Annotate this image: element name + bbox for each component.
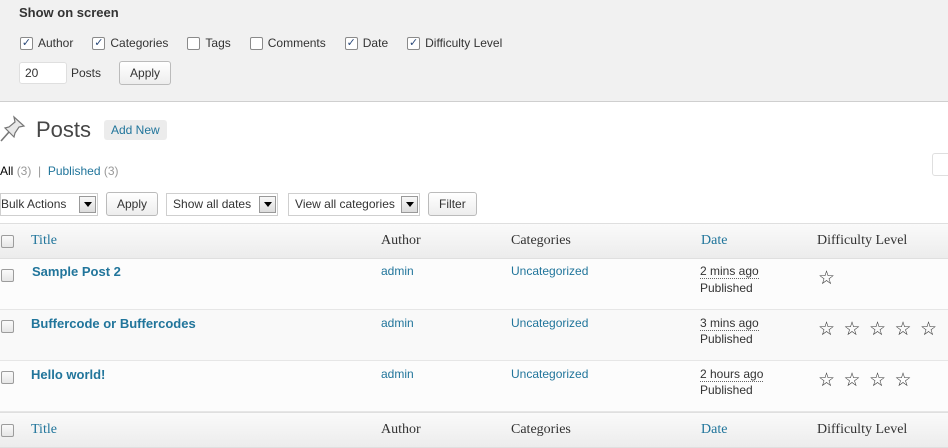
toggle-categories[interactable]: ✓ Categories: [92, 36, 168, 50]
table-row: Sample Post 2 admin Uncategorized 2 mins…: [0, 259, 948, 310]
dates-select[interactable]: Show all dates: [166, 192, 279, 216]
post-category-link[interactable]: Uncategorized: [511, 316, 588, 330]
toggle-date[interactable]: ✓ Date: [344, 36, 389, 50]
filter-button[interactable]: Filter: [428, 192, 477, 216]
toggle-categories-label: Categories: [110, 36, 169, 50]
toggle-tags-label: Tags: [205, 36, 231, 50]
toggle-date-label: Date: [362, 36, 389, 50]
bulk-apply-button[interactable]: Apply: [106, 192, 159, 216]
star-outline-icon: ☆: [843, 370, 861, 391]
post-status: Published: [700, 332, 753, 346]
table-row: Buffercode or Buffercodes admin Uncatego…: [0, 310, 948, 361]
add-new-button[interactable]: Add New: [104, 120, 167, 140]
difficulty-rating: ☆ ☆ ☆ ☆ ☆: [818, 320, 946, 339]
row-checkbox[interactable]: [1, 320, 14, 333]
categories-value: View all categories: [295, 197, 395, 211]
post-title-link[interactable]: Sample Post 2: [32, 264, 121, 279]
post-category-link[interactable]: Uncategorized: [511, 367, 588, 381]
pushpin-icon: [0, 115, 26, 142]
posts-per-page-label: Posts: [71, 66, 102, 80]
star-outline-icon: ☆: [894, 319, 912, 340]
per-page-row: Posts Apply: [19, 61, 172, 85]
star-outline-icon: ☆: [843, 319, 861, 340]
post-author-link[interactable]: admin: [381, 264, 414, 278]
table-footer: Title Author Categories Date Difficulty …: [0, 412, 948, 448]
filter-all-count: (3): [16, 164, 32, 178]
post-status: Published: [700, 383, 753, 397]
star-outline-icon: ☆: [920, 319, 938, 340]
filter-all-link[interactable]: All: [0, 164, 13, 178]
filter-published-count: (3): [103, 164, 119, 178]
bulk-actions-select[interactable]: Bulk Actions: [0, 192, 98, 216]
posts-table: Title Author Categories Date Difficulty …: [0, 223, 948, 412]
toggle-author-label: Author: [38, 36, 74, 50]
categories-checkbox[interactable]: ✓: [92, 36, 106, 50]
page-title: Posts: [36, 117, 92, 142]
author-checkbox[interactable]: ✓: [20, 36, 33, 50]
toggle-comments-label: Comments: [267, 36, 326, 50]
difficulty-rating: ☆ ☆ ☆ ☆: [818, 371, 920, 390]
post-date-ago: 2 mins ago: [700, 264, 759, 279]
post-title-link[interactable]: Hello world!: [31, 367, 105, 382]
select-all-checkbox[interactable]: [1, 235, 14, 248]
column-difficulty-footer: Difficulty Level: [817, 422, 908, 437]
star-outline-icon: ☆: [869, 370, 887, 391]
dates-value: Show all dates: [173, 197, 252, 211]
star-outline-icon: ☆: [818, 319, 836, 340]
filter-separator: |: [38, 164, 42, 178]
column-toggles: ✓ Author ✓ Categories Tags Comments ✓ Da…: [20, 36, 521, 50]
difficulty-rating: ☆: [818, 269, 844, 288]
chevron-down-icon: [401, 195, 419, 213]
posts-per-page-input[interactable]: [19, 62, 67, 84]
toggle-difficulty-label: Difficulty Level: [425, 36, 503, 50]
date-checkbox[interactable]: ✓: [344, 36, 358, 50]
row-checkbox[interactable]: [1, 269, 14, 282]
screen-options-apply-button[interactable]: Apply: [119, 61, 172, 85]
comments-checkbox[interactable]: [249, 36, 263, 50]
categories-select[interactable]: View all categories: [288, 192, 421, 216]
column-date-footer[interactable]: Date: [701, 422, 727, 438]
column-title-header[interactable]: Title: [31, 233, 57, 249]
post-author-link[interactable]: admin: [381, 316, 414, 330]
chevron-down-icon: [259, 195, 277, 213]
column-categories-header: Categories: [511, 233, 571, 248]
tags-checkbox[interactable]: [187, 36, 201, 50]
search-input[interactable]: [932, 153, 948, 176]
post-date-ago: 2 hours ago: [700, 367, 764, 382]
toggle-comments[interactable]: Comments: [249, 36, 326, 50]
chevron-down-icon: [79, 195, 96, 213]
post-category-link[interactable]: Uncategorized: [511, 264, 588, 278]
bulk-actions-value: Bulk Actions: [1, 197, 67, 211]
star-outline-icon: ☆: [818, 370, 836, 391]
status-filter-links: All (3) | Published (3): [0, 164, 119, 178]
row-checkbox[interactable]: [1, 371, 14, 384]
difficulty-checkbox[interactable]: ✓: [407, 36, 421, 50]
screen-options-title: Show on screen: [19, 5, 119, 20]
column-categories-footer: Categories: [511, 422, 571, 437]
column-author-header: Author: [381, 233, 421, 248]
column-author-footer: Author: [381, 422, 421, 437]
toggle-author[interactable]: ✓ Author: [20, 36, 73, 50]
column-title-footer[interactable]: Title: [31, 422, 57, 438]
toggle-difficulty[interactable]: ✓ Difficulty Level: [407, 36, 502, 50]
star-outline-icon: ☆: [818, 268, 836, 289]
post-author-link[interactable]: admin: [381, 367, 414, 381]
post-status: Published: [700, 281, 753, 295]
post-date-ago: 3 mins ago: [700, 316, 759, 331]
table-row: Hello world! admin Uncategorized 2 hours…: [0, 361, 948, 412]
post-title-link[interactable]: Buffercode or Buffercodes: [31, 316, 196, 331]
filter-published-link[interactable]: Published: [48, 164, 101, 178]
table-header: Title Author Categories Date Difficulty …: [0, 223, 948, 259]
star-outline-icon: ☆: [894, 370, 912, 391]
star-outline-icon: ☆: [869, 319, 887, 340]
tablenav-top: Bulk Actions Apply Show all dates View a…: [0, 192, 477, 216]
screen-options-panel: Show on screen ✓ Author ✓ Categories Tag…: [0, 0, 948, 102]
toggle-tags[interactable]: Tags: [187, 36, 231, 50]
column-difficulty-header: Difficulty Level: [817, 233, 908, 248]
column-date-header[interactable]: Date: [701, 233, 727, 249]
select-all-checkbox-footer[interactable]: [1, 424, 14, 437]
